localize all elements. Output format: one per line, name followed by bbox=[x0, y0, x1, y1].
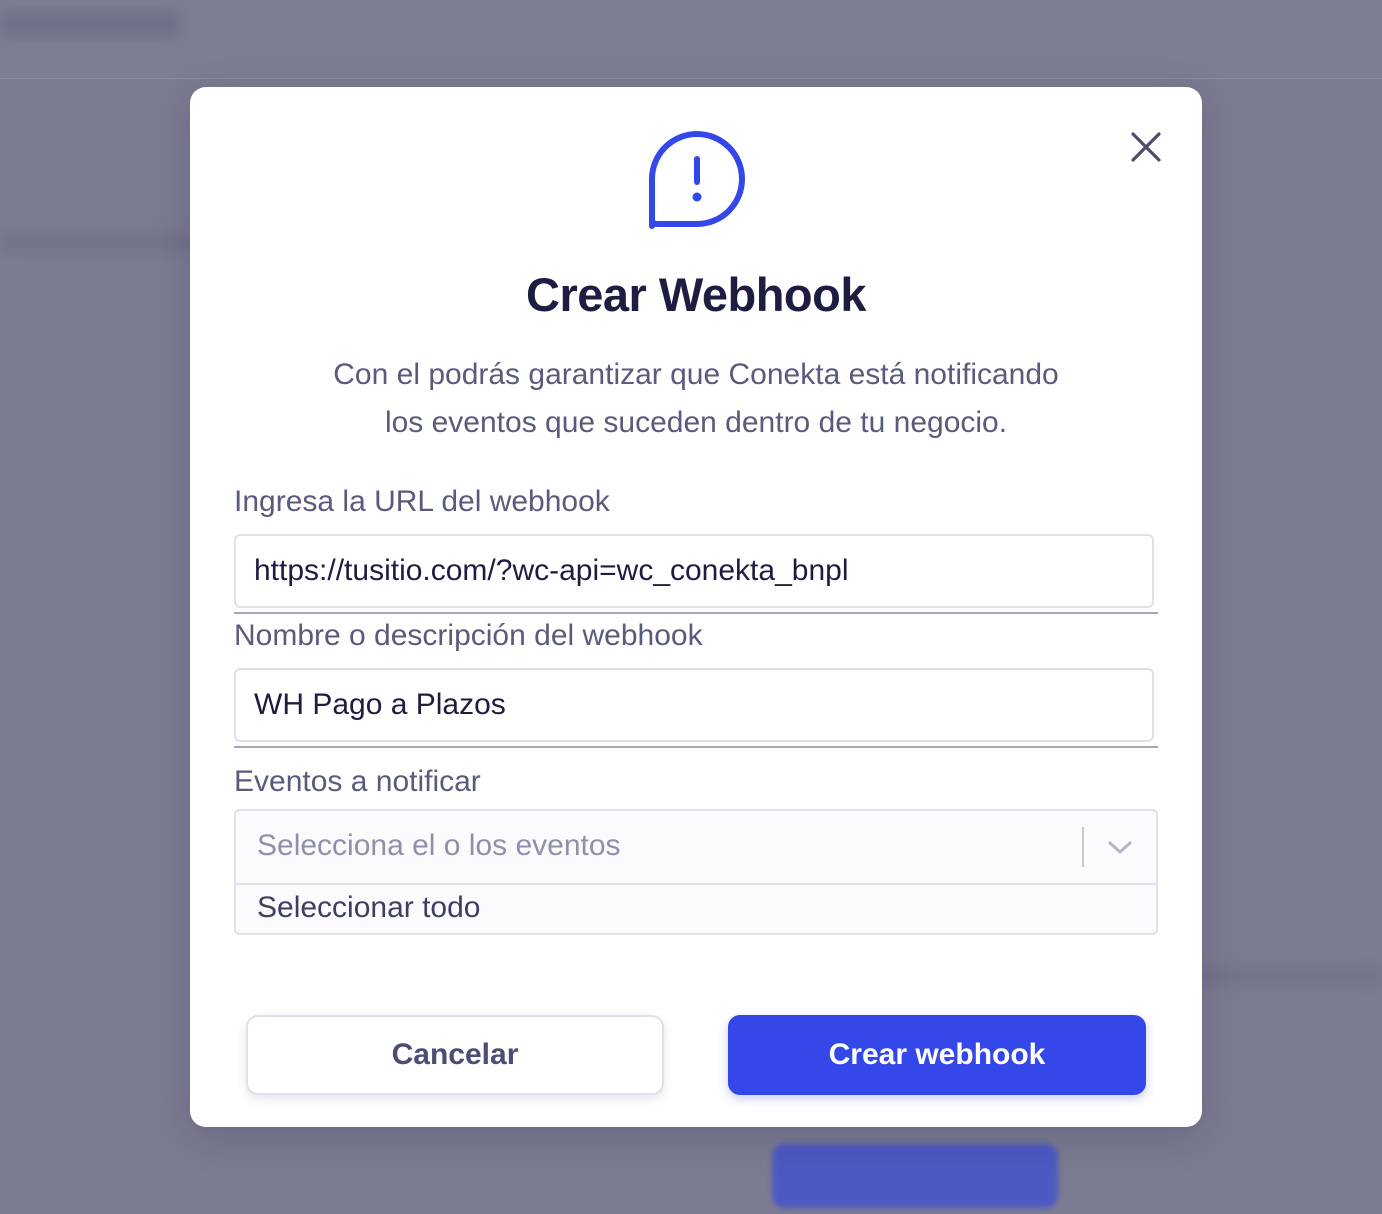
url-input[interactable] bbox=[234, 534, 1154, 608]
dialog-title: Crear Webhook bbox=[526, 268, 867, 321]
url-field-label: Ingresa la URL del webhook bbox=[234, 485, 610, 518]
background-header bbox=[0, 0, 1382, 79]
alert-bubble-icon bbox=[649, 131, 745, 229]
events-select-control[interactable]: Selecciona el o los eventos bbox=[236, 811, 1156, 885]
name-field-label: Nombre o descripción del webhook bbox=[234, 619, 703, 652]
dialog-description: Con el podrás garantizar que Conekta est… bbox=[250, 351, 1142, 447]
background-blurred-text bbox=[1196, 966, 1382, 986]
close-button[interactable] bbox=[1124, 125, 1168, 169]
name-field-underline bbox=[234, 746, 1158, 748]
background-blurred-text bbox=[0, 10, 180, 38]
description-line: Con el podrás garantizar que Conekta est… bbox=[333, 358, 1059, 391]
create-webhook-button[interactable]: Crear webhook bbox=[728, 1015, 1146, 1095]
select-separator bbox=[1082, 827, 1084, 867]
events-select: Selecciona el o los eventos Seleccionar … bbox=[234, 809, 1158, 935]
close-icon bbox=[1131, 132, 1161, 162]
url-field-underline bbox=[234, 612, 1158, 614]
chevron-down-icon[interactable] bbox=[1104, 831, 1136, 863]
name-input[interactable] bbox=[234, 668, 1154, 742]
select-all-option[interactable]: Seleccionar todo bbox=[257, 891, 480, 925]
create-webhook-dialog: Crear Webhook Con el podrás garantizar q… bbox=[190, 87, 1202, 1127]
background-blurred-text bbox=[0, 232, 200, 252]
description-line: los eventos que suceden dentro de tu neg… bbox=[384, 406, 1008, 439]
cancel-button[interactable]: Cancelar bbox=[246, 1015, 664, 1095]
events-field-label: Eventos a notificar bbox=[234, 765, 481, 798]
events-select-placeholder: Selecciona el o los eventos bbox=[257, 829, 621, 862]
background-button bbox=[772, 1144, 1058, 1208]
